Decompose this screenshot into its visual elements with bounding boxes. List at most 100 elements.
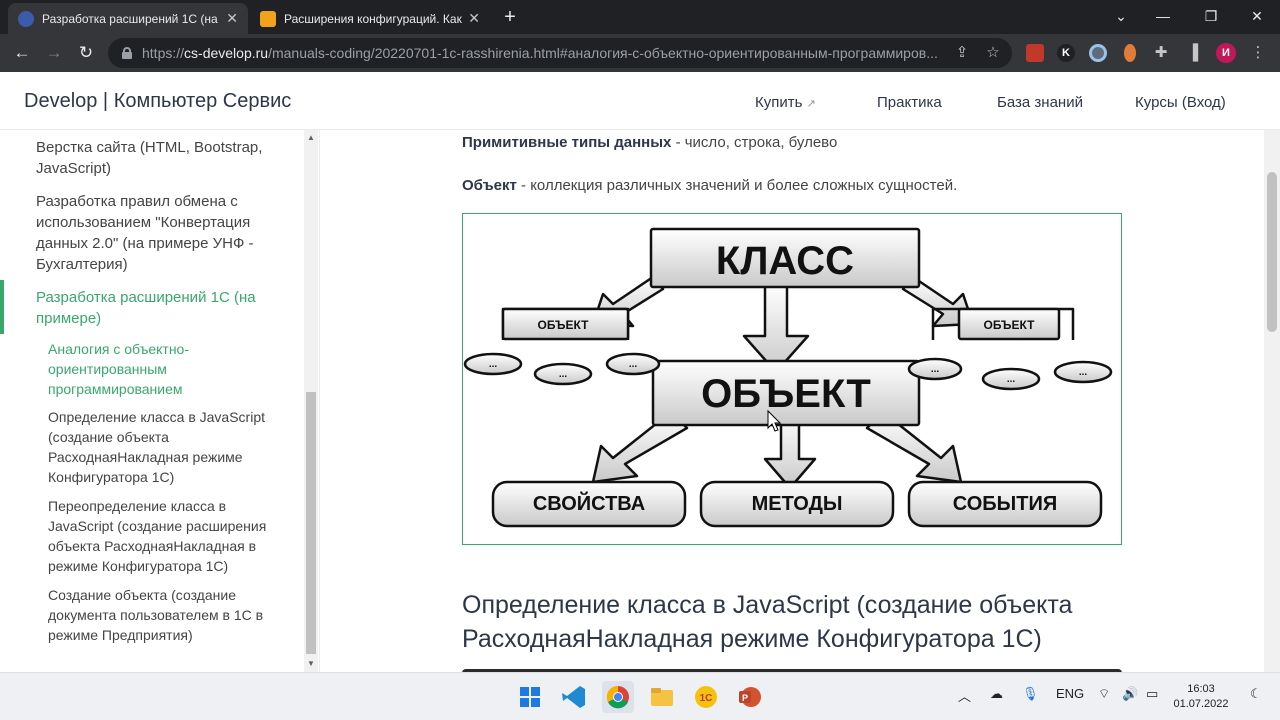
clock-date: 01.07.2022 [1173,698,1229,710]
tab-title: Расширения конфигураций. Как [284,11,462,26]
battery-icon[interactable]: ▭ [1146,686,1158,702]
1c-app-icon[interactable]: 1С [690,681,722,713]
sidebar-subitem-class-override[interactable]: Переопределение класса в JavaScript (соз… [48,496,278,576]
tray-chevron-icon[interactable]: ︿ [958,686,971,705]
diagram-props-label: СВОЙСТВА [533,491,645,515]
site-brand[interactable]: Develop | Компьютер Сервис [24,90,291,113]
wifi-icon[interactable]: ⌔ [1098,686,1110,702]
svg-text:1С: 1С [700,693,713,704]
close-tab-icon[interactable]: ✕ [226,10,238,27]
external-link-icon: ↗ [806,98,816,110]
diagram-dots-2: ... [559,369,568,380]
1c-favicon-icon [260,10,276,27]
notifications-moon-icon[interactable]: ☾ [1250,686,1262,702]
url-path: /manuals-coding/20220701-1c-rasshirenia.… [268,45,938,61]
sidebar-scrollbar-thumb[interactable] [306,392,316,654]
sidebar-active-indicator [0,280,4,334]
tab-develop-1c-extensions[interactable]: Разработка расширений 1С (на ✕ [8,3,248,34]
language-indicator[interactable]: ENG [1056,686,1084,701]
page-scrollbar[interactable] [1264,130,1280,672]
vscode-logo-svg [562,686,585,708]
reload-button[interactable]: ↻ [74,41,98,65]
scroll-down-arrow-icon[interactable]: ▼ [306,659,316,668]
extension-k-icon[interactable]: K [1057,44,1075,62]
url-scheme: https:// [142,45,185,61]
tab-title: Разработка расширений 1С (на [42,11,218,26]
side-panel-icon[interactable]: ▐ [1183,43,1203,63]
close-tab-icon[interactable]: ✕ [468,10,480,27]
bookmark-star-icon[interactable]: ☆ [983,43,1003,63]
forward-button[interactable]: → [42,41,66,65]
diagram-svg: КЛАСС ОБЪЕКТ ОБЪЕКТ ОБЪЕКТ СВОЙСТВА МЕТО… [463,227,1113,528]
1c-logo-svg: 1С [695,686,717,708]
nav-knowledge-base[interactable]: База знаний [997,94,1083,111]
chrome-icon[interactable] [602,681,634,713]
diagram-class-label: КЛАСС [716,239,854,283]
diagram-dots-5: ... [1007,374,1016,385]
diagram-object-small-right: ОБЪЕКТ [984,318,1036,332]
extension-bulb-icon[interactable] [1124,44,1136,62]
sidebar-subitem-object-creation[interactable]: Создание объекта (создание документа пол… [48,585,278,645]
folder-logo-svg [651,688,673,706]
extensions-puzzle-icon[interactable]: ✚ [1151,43,1171,63]
start-logo-svg [520,687,540,707]
back-button[interactable]: ← [10,41,34,65]
tab-config-extensions[interactable]: Расширения конфигураций. Как ✕ [250,3,490,34]
section-heading-class-definition: Определение класса в JavaScript (создани… [462,591,1073,653]
scroll-up-arrow-icon[interactable]: ▲ [306,133,316,142]
nav-courses-login[interactable]: Курсы (Вход) [1135,94,1226,111]
sidebar-toc: Верстка сайта (HTML, Bootstrap, JavaScri… [0,130,320,672]
profile-avatar[interactable]: И [1216,43,1236,63]
object-desc: - коллекция различных значений и более с… [516,177,958,194]
windows-start-icon[interactable] [514,681,546,713]
class-object-diagram: КЛАСС ОБЪЕКТ ОБЪЕКТ ОБЪЕКТ СВОЙСТВА МЕТО… [462,213,1122,545]
object-paragraph: Объект - коллекция различных значений и … [462,177,957,194]
system-clock[interactable]: 16:03 01.07.2022 [1166,682,1236,712]
sidebar-item-html-bootstrap[interactable]: Верстка сайта (HTML, Bootstrap, JavaScri… [36,137,276,179]
new-tab-button[interactable]: + [498,5,522,29]
extension-tampermonkey-icon[interactable] [1026,44,1044,62]
address-bar[interactable]: https:// cs-develop.ru /manuals-coding/2… [108,38,1012,68]
share-icon[interactable]: ⇪ [952,43,972,63]
primitive-types-desc: - число, строка, булево [671,134,838,151]
nav-practice[interactable]: Практика [877,94,942,111]
vscode-icon[interactable] [558,681,590,713]
lock-icon [122,47,132,59]
diagram-object-label: ОБЪЕКТ [701,372,871,416]
url-host: cs-develop.ru [184,45,269,61]
diagram-dots-6: ... [1079,367,1088,378]
browser-menu-icon[interactable]: ⋮ [1248,43,1268,63]
close-window-button[interactable]: ✕ [1234,0,1280,34]
browser-toolbar: ← → ↻ https:// cs-develop.ru /manuals-co… [0,34,1280,72]
clock-time: 16:03 [1187,683,1215,695]
minimize-button[interactable]: — [1140,0,1186,34]
file-explorer-icon[interactable] [646,681,678,713]
site-favicon-icon [18,10,34,27]
sidebar-scrollbar[interactable]: ▲ ▼ [304,130,318,672]
volume-icon[interactable]: 🔊 [1122,686,1138,702]
primitive-types-paragraph: Примитивные типы данных - число, строка,… [462,134,837,151]
tab-search-chevron-icon[interactable]: ⌄ [1098,0,1144,34]
microphone-icon[interactable]: 🎙 [1022,686,1039,702]
diagram-dots-1: ... [489,359,498,370]
sidebar-subitem-class-definition[interactable]: Определение класса в JavaScript (создани… [48,407,278,487]
page-scrollbar-thumb[interactable] [1267,172,1277,332]
arrow-class-object [742,282,810,374]
diagram-dots-4: ... [931,364,940,375]
chrome-logo-svg [606,685,629,709]
nav-buy[interactable]: Купить ↗ [755,94,816,111]
extension-circle-icon[interactable] [1089,44,1107,62]
restore-button[interactable]: ❐ [1188,0,1234,34]
sidebar-subitem-oop-analogy[interactable]: Аналогия с объектно-ориентированным прог… [48,339,278,399]
powerpoint-icon[interactable]: P [734,681,766,713]
powerpoint-logo-svg: P [739,687,761,707]
diagram-dots-3: ... [629,359,638,370]
site-header: Develop | Компьютер Сервис Купить ↗ Практ… [0,72,1280,130]
nav-buy-label: Купить [755,94,803,111]
primitive-types-term: Примитивные типы данных [462,134,672,151]
onedrive-icon[interactable]: ☁ [990,686,1003,702]
sidebar-item-exchange-rules[interactable]: Разработка правил обмена с использование… [36,191,276,275]
diagram-methods-label: МЕТОДЫ [752,493,843,515]
object-term: Объект [462,177,517,194]
sidebar-item-1c-extensions[interactable]: Разработка расширений 1С (на примере) [36,287,276,329]
